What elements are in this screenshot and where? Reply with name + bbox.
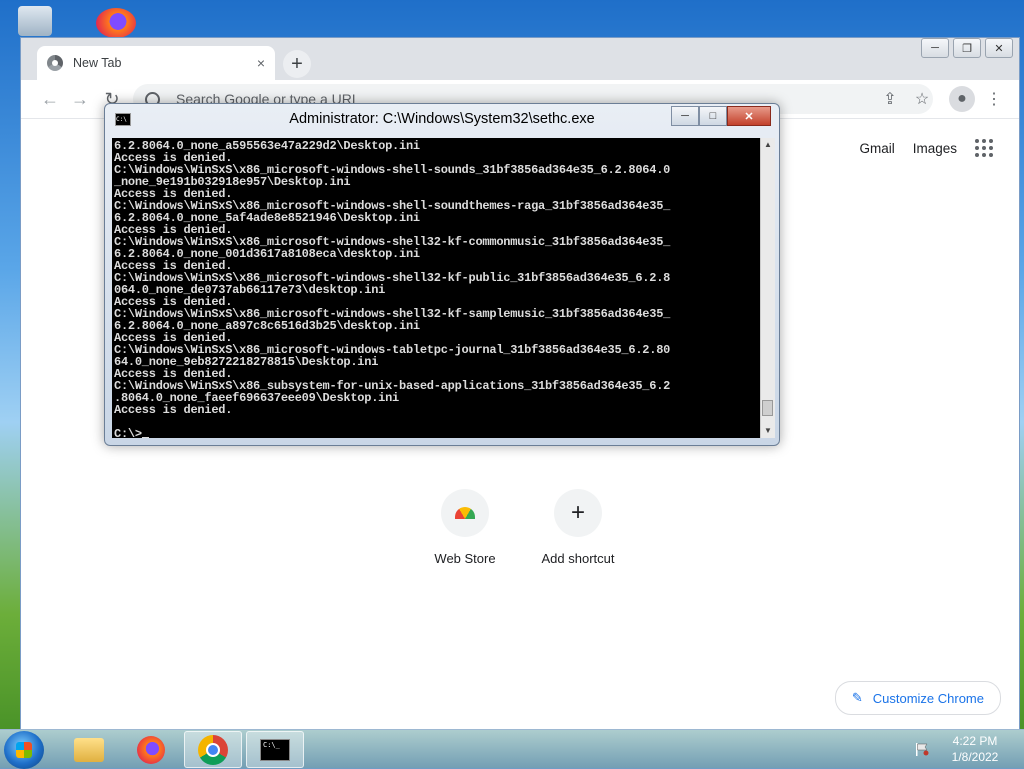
menu-kebab-icon[interactable]: ⋮ bbox=[981, 86, 1007, 112]
cmd-title-bar[interactable]: C:\ Administrator: C:\Windows\System32\s… bbox=[105, 104, 779, 134]
chrome-icon bbox=[198, 734, 228, 765]
profile-avatar-icon[interactable]: ● bbox=[949, 86, 975, 112]
pencil-icon: ✎ bbox=[851, 690, 863, 705]
clock-date: 1/8/2022 bbox=[951, 750, 999, 764]
back-arrow-icon[interactable]: ← bbox=[37, 86, 63, 112]
taskbar: C:\_ 4:22 PM 1/8/2022 bbox=[0, 729, 1024, 769]
cmd-minimize-button[interactable]: ─ bbox=[671, 106, 699, 126]
forward-arrow-icon[interactable]: → bbox=[67, 86, 93, 112]
shortcut-web-store[interactable]: Web Store bbox=[415, 489, 515, 566]
scroll-up-arrow-icon[interactable]: ▲ bbox=[761, 138, 775, 152]
tab-close-icon[interactable]: × bbox=[257, 55, 265, 71]
top-links: Gmail Images bbox=[859, 139, 993, 157]
taskbar-chrome[interactable] bbox=[184, 731, 242, 768]
firefox-desktop-icon[interactable] bbox=[96, 8, 136, 38]
new-tab-button[interactable]: + bbox=[283, 50, 311, 78]
maximize-button[interactable]: ❐ bbox=[953, 38, 981, 58]
tab-strip: New Tab × + ─ ❐ ✕ bbox=[21, 38, 1019, 80]
apps-grid-icon[interactable] bbox=[975, 139, 993, 157]
taskbar-firefox[interactable] bbox=[122, 731, 180, 768]
gmail-link[interactable]: Gmail bbox=[859, 141, 894, 156]
console-text: 6.2.8064.0_none_a595563e47a229d2\Desktop… bbox=[112, 138, 760, 438]
chrome-favicon-icon bbox=[47, 55, 63, 71]
window-controls: ─ ❐ ✕ bbox=[921, 38, 1013, 58]
clock-time: 4:22 PM bbox=[952, 734, 998, 748]
taskbar-cmd[interactable]: C:\_ bbox=[246, 731, 304, 768]
shortcut-label: Add shortcut bbox=[541, 551, 615, 566]
add-shortcut-icon: + bbox=[554, 489, 602, 537]
console-line: C:\> bbox=[114, 427, 142, 438]
cmd-icon: C:\_ bbox=[260, 738, 290, 761]
tab-new-tab[interactable]: New Tab × bbox=[37, 46, 275, 80]
console-cursor bbox=[141, 437, 149, 438]
console-output[interactable]: 6.2.8064.0_none_a595563e47a229d2\Desktop… bbox=[112, 138, 760, 438]
cmd-window-controls: ─ □ ✕ bbox=[671, 106, 771, 126]
web-store-icon bbox=[455, 507, 475, 519]
minimize-button[interactable]: ─ bbox=[921, 38, 949, 58]
web-store-tile bbox=[441, 489, 489, 537]
firefox-icon bbox=[137, 735, 165, 764]
cmd-maximize-button[interactable]: □ bbox=[699, 106, 727, 126]
recycle-bin-icon[interactable] bbox=[18, 6, 52, 36]
shortcut-add[interactable]: + Add shortcut bbox=[528, 489, 628, 566]
start-button[interactable] bbox=[4, 731, 44, 769]
share-icon[interactable]: ⇪ bbox=[877, 86, 903, 112]
customize-label: Customize Chrome bbox=[872, 690, 984, 706]
scroll-thumb[interactable] bbox=[762, 400, 773, 416]
customize-chrome-button[interactable]: ✎ Customize Chrome bbox=[834, 681, 1001, 715]
bookmark-star-icon[interactable]: ☆ bbox=[909, 86, 935, 112]
shortcut-label: Web Store bbox=[434, 551, 496, 566]
cmd-scrollbar[interactable]: ▲ ▼ bbox=[760, 138, 775, 438]
clock[interactable]: 4:22 PM 1/8/2022 bbox=[940, 733, 1010, 765]
images-link[interactable]: Images bbox=[913, 141, 957, 156]
close-button[interactable]: ✕ bbox=[985, 38, 1013, 58]
scroll-down-arrow-icon[interactable]: ▼ bbox=[761, 424, 775, 438]
console-line: Access is denied. bbox=[114, 403, 233, 417]
cmd-window[interactable]: C:\ Administrator: C:\Windows\System32\s… bbox=[104, 103, 780, 446]
folder-icon bbox=[74, 737, 104, 762]
cmd-close-button[interactable]: ✕ bbox=[727, 106, 771, 126]
tab-title: New Tab bbox=[73, 56, 122, 70]
action-center-flag-icon[interactable] bbox=[914, 742, 930, 756]
taskbar-explorer[interactable] bbox=[60, 731, 118, 768]
